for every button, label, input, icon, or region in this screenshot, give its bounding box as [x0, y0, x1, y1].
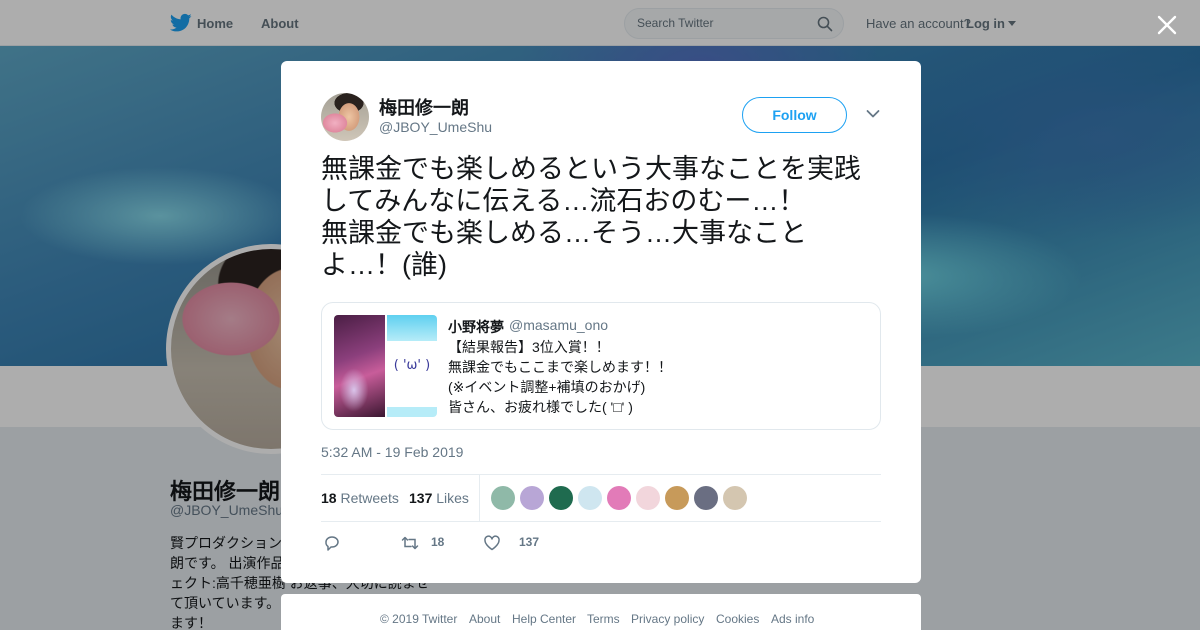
retweets-label: Retweets: [340, 490, 399, 506]
media-decoration: [387, 315, 437, 341]
quoted-text-line: 皆さん、お疲れ様でした( '□' ): [448, 399, 633, 415]
quoted-author-handle: @masamu_ono: [509, 317, 609, 333]
tweet-modal: 梅田修一朗 @JBOY_UmeShu Follow 無課金でも楽しめるという大事…: [281, 61, 921, 583]
heart-icon[interactable]: [483, 534, 501, 552]
media-kaomoji: ( 'ω' ): [393, 358, 431, 373]
likes-label: Likes: [436, 490, 469, 506]
liker-avatar[interactable]: [491, 486, 515, 510]
footer-link-terms[interactable]: Terms: [587, 612, 620, 626]
quoted-text-line: 無課金でもここまで楽しめます！！: [448, 359, 672, 375]
likes-count: 137: [409, 490, 433, 506]
retweets-stat[interactable]: 18 Retweets: [321, 490, 399, 506]
liker-avatar[interactable]: [520, 486, 544, 510]
tweet-timestamp[interactable]: 5:32 AM - 19 Feb 2019: [321, 444, 463, 460]
quoted-media-image: ( 'ω' ): [387, 315, 437, 417]
divider: [321, 521, 881, 522]
retweets-count: 18: [321, 490, 337, 506]
quoted-text-line: (※イベント調整+補填のおかげ): [448, 379, 646, 395]
liker-avatar[interactable]: [549, 486, 573, 510]
footer-link-privacy-policy[interactable]: Privacy policy: [631, 612, 704, 626]
tweet-author-name[interactable]: 梅田修一朗: [379, 94, 469, 120]
quoted-author-name: 小野将夢: [448, 319, 504, 335]
divider: [479, 475, 480, 521]
page: Home About Search Twitter Have an accoun…: [0, 0, 1200, 630]
like-action-count: 137: [519, 535, 540, 549]
retweet-icon[interactable]: [401, 534, 419, 552]
footer: © 2019 Twitter About Help Center Terms P…: [281, 594, 921, 630]
chevron-down-icon[interactable]: [866, 109, 880, 119]
reply-icon[interactable]: [323, 534, 341, 552]
liker-avatar[interactable]: [578, 486, 602, 510]
tweet-author-handle[interactable]: @JBOY_UmeShu: [379, 119, 492, 135]
tweet-actions: 18 137: [321, 531, 881, 555]
quoted-tweet[interactable]: ( 'ω' ) 小野将夢 @masamu_ono 【結果報告】3位入賞！！ 無課…: [321, 302, 881, 430]
tweet-stats: 18 Retweets 137 Likes: [321, 475, 881, 521]
footer-link-ads-info[interactable]: Ads info: [771, 612, 814, 626]
liker-avatar[interactable]: [607, 486, 631, 510]
quoted-tweet-media[interactable]: ( 'ω' ): [334, 315, 437, 417]
retweet-action-count: 18: [431, 535, 445, 549]
liker-avatar[interactable]: [665, 486, 689, 510]
quoted-text-line: 【結果報告】3位入賞！！: [448, 339, 610, 355]
likes-stat[interactable]: 137 Likes: [409, 490, 469, 506]
close-icon[interactable]: [1155, 13, 1179, 37]
footer-copyright: © 2019 Twitter: [380, 612, 458, 626]
liker-avatar[interactable]: [694, 486, 718, 510]
media-decoration: [387, 407, 437, 417]
tweet-text: 無課金でも楽しめるという大事なことを実践 してみんなに伝える…流石おのむー…！ …: [321, 154, 861, 280]
follow-button[interactable]: Follow: [742, 97, 847, 133]
tweet-author-avatar[interactable]: [321, 93, 369, 141]
footer-link-cookies[interactable]: Cookies: [716, 612, 759, 626]
liker-avatar[interactable]: [723, 486, 747, 510]
liker-avatar[interactable]: [636, 486, 660, 510]
quoted-media-image: [334, 315, 385, 417]
footer-link-help-center[interactable]: Help Center: [512, 612, 576, 626]
footer-link-about[interactable]: About: [469, 612, 500, 626]
liker-avatars: [491, 486, 747, 510]
